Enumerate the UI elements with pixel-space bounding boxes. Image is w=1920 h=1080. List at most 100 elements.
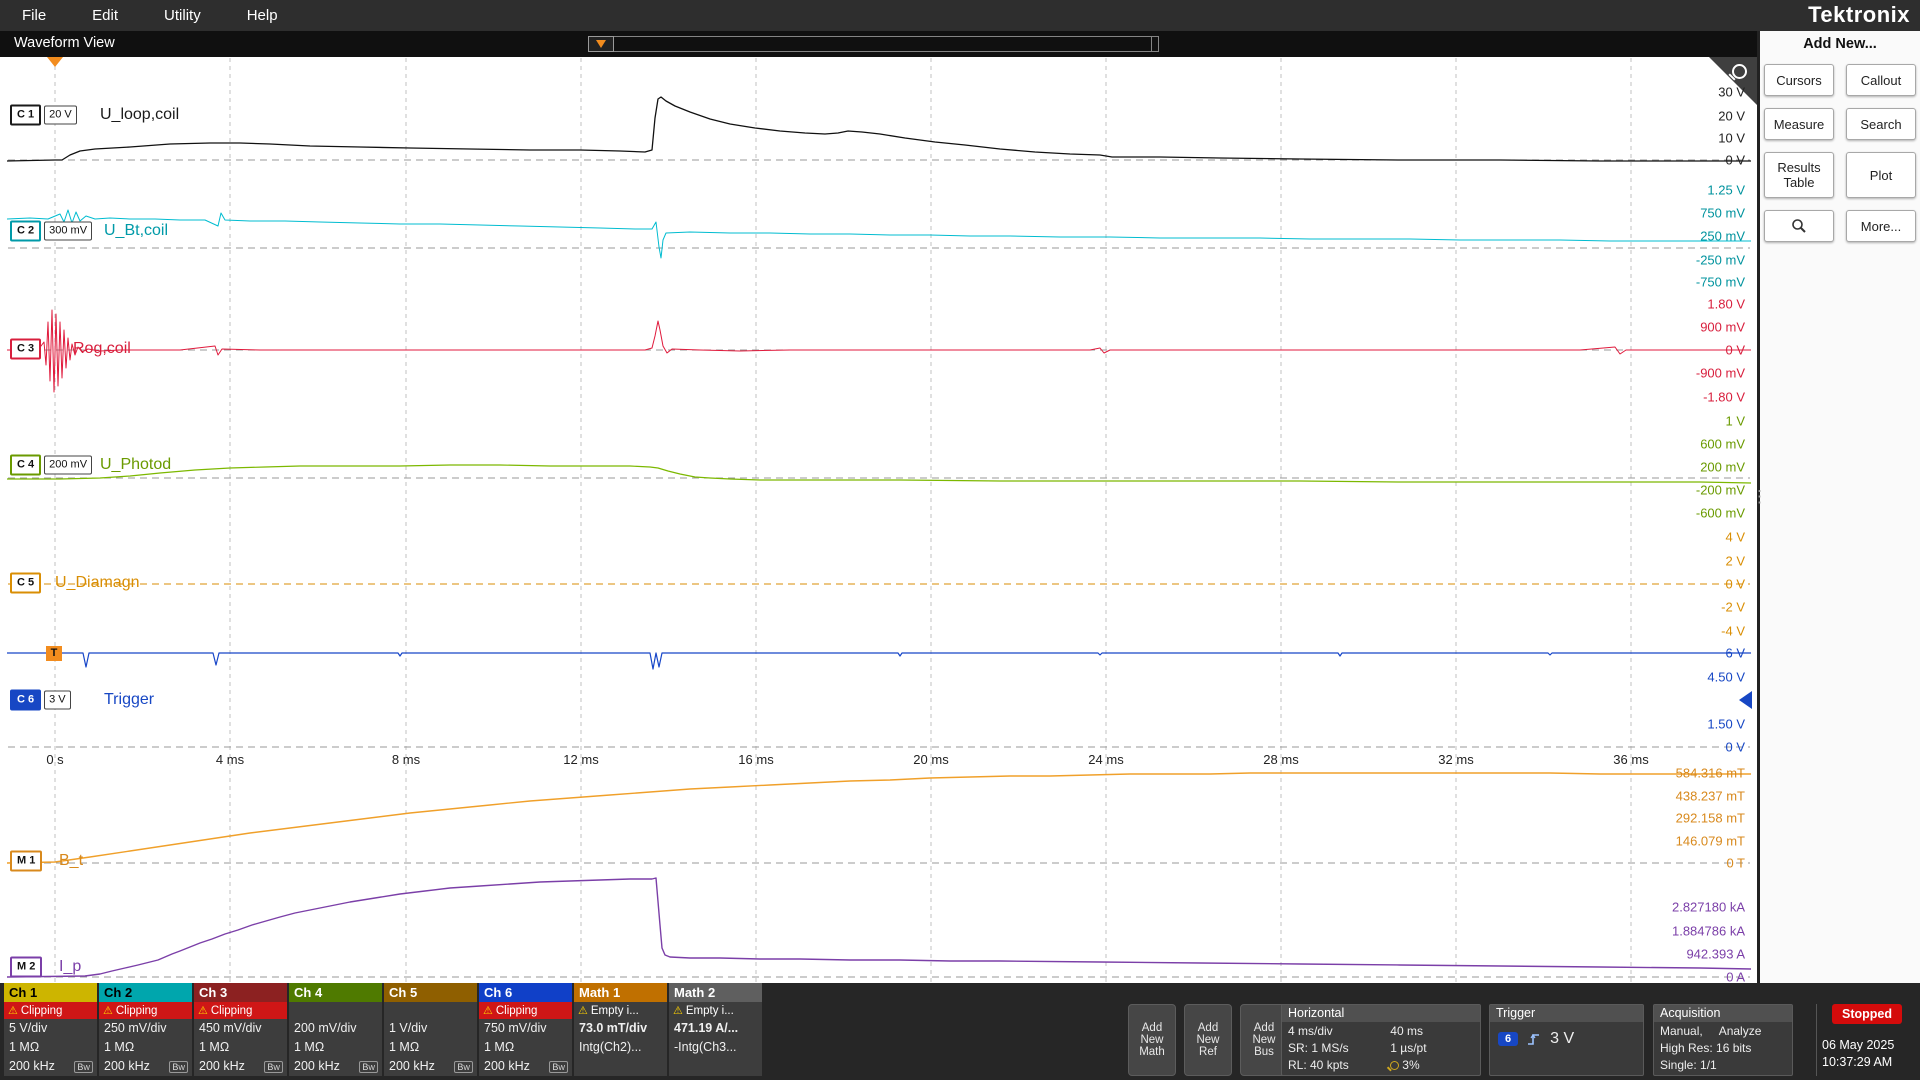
menu-edit[interactable]: Edit <box>92 7 118 24</box>
channel-setting: 450 mV/div <box>199 1021 262 1035</box>
add-new-math-button[interactable]: Add New Math <box>1128 1004 1176 1076</box>
channel-header[interactable]: Ch 6 <box>479 983 572 1002</box>
channel-settings-ch1[interactable]: Ch 1 ⚠ Clipping 5 V/div 1 MΩ 200 kHz BW <box>4 983 97 1076</box>
channel-scale: 3 V <box>44 690 71 710</box>
channel-header[interactable]: Ch 4 <box>289 983 382 1002</box>
channel-setting: 250 mV/div <box>104 1021 167 1035</box>
channel-setting: 1 MΩ <box>294 1040 325 1054</box>
channel-settings-math2[interactable]: Math 2 ⚠ Empty i... 471.19 A/... -Intg(Ch3..… <box>669 983 762 1076</box>
plot-button[interactable]: Plot <box>1846 152 1916 198</box>
run-stop-status[interactable]: Stopped <box>1832 1004 1902 1024</box>
channel-settings-math1[interactable]: Math 1 ⚠ Empty i... 73.0 mT/div Intg(Ch2)... <box>574 983 667 1076</box>
warning-text: Clipping <box>20 1004 63 1017</box>
scale-label: -200 mV <box>1695 482 1745 498</box>
trigger-source-badge[interactable]: 6 <box>1498 1032 1519 1046</box>
channel-header[interactable]: Ch 5 <box>384 983 477 1002</box>
channel-label: U_Diamagn <box>55 574 140 591</box>
trigger-title: Trigger <box>1490 1005 1643 1022</box>
menu-help[interactable]: Help <box>247 7 278 24</box>
channel-settings-ch4[interactable]: Ch 4 200 mV/div 1 MΩ 200 kHz BW <box>289 983 382 1076</box>
channel-header[interactable]: Ch 3 <box>194 983 287 1002</box>
horizontal-resolution: 1 µs/pt <box>1390 1041 1427 1055</box>
search-button[interactable]: Search <box>1846 108 1916 140</box>
channel-setting: 471.19 A/... <box>674 1021 739 1035</box>
scale-label: 20 V <box>1718 108 1745 124</box>
channel-header[interactable]: Ch 1 <box>4 983 97 1002</box>
channel-scale: 20 V <box>44 105 77 125</box>
horizontal-zoom-control[interactable] <box>588 36 1159 52</box>
channel-badge-c2[interactable]: C 2 300 mV <box>10 220 93 242</box>
scale-label: -900 mV <box>1695 365 1745 381</box>
scale-label: 0 V <box>1725 576 1745 592</box>
channel-id[interactable]: C 1 <box>10 104 42 126</box>
ch6-level-arrow[interactable] <box>1739 691 1752 709</box>
channel-badge-m1[interactable]: M 1 <box>10 850 43 872</box>
acquisition-resolution: High Res: 16 bits <box>1660 1041 1752 1055</box>
channel-badge-c1[interactable]: C 1 20 V <box>10 104 77 126</box>
channel-settings-ch6[interactable]: Ch 6 ⚠ Clipping 750 mV/div 1 MΩ 200 kHz BW <box>479 983 572 1076</box>
channel-id[interactable]: C 4 <box>10 454 42 476</box>
scale-label: 0 V <box>1725 342 1745 358</box>
zoom-thumb[interactable] <box>588 36 614 52</box>
warning-text: Clipping <box>210 1004 253 1017</box>
waveform-plot[interactable]: T 30 V 20 V 10 V 0 V 1.25 V 750 mV 250 mV -250 … <box>0 57 1757 985</box>
trigger-level-value: 3 V <box>1550 1030 1575 1047</box>
bandwidth-icon: BW <box>549 1061 568 1073</box>
channel-badge-c6[interactable]: C 63 V <box>10 689 71 711</box>
trace-trigger-trace <box>7 652 1751 670</box>
channel-id[interactable]: C 2 <box>10 220 42 242</box>
channel-badge-c4[interactable]: C 4 200 mV <box>10 454 93 476</box>
channel-label: B_t <box>59 852 84 869</box>
acquisition-title: Acquisition <box>1654 1005 1792 1022</box>
acquisition-single: Single: 1/1 <box>1660 1058 1717 1072</box>
channel-badge-c3[interactable]: C 3 <box>10 338 42 360</box>
warning-icon: ⚠ <box>483 1005 493 1017</box>
channel-id[interactable]: M 2 <box>10 956 43 978</box>
divider-grip[interactable]: ⋮ <box>1751 488 1768 505</box>
trace-rog-coil <box>7 309 1751 393</box>
scale-label: 30 V <box>1718 84 1745 100</box>
menu-utility[interactable]: Utility <box>164 7 201 24</box>
channel-setting: 1 MΩ <box>104 1040 135 1054</box>
trigger-position-marker[interactable] <box>47 57 63 67</box>
add-new-title: Add New... <box>1803 36 1877 52</box>
channel-id[interactable]: C 6 <box>10 689 42 711</box>
channel-header[interactable]: Math 1 <box>574 983 667 1002</box>
scale-label: 292.158 mT <box>1675 810 1745 826</box>
scale-label: 1.80 V <box>1707 296 1745 312</box>
channel-id[interactable]: C 5 <box>10 572 42 594</box>
zoom-button[interactable] <box>1764 210 1834 242</box>
menu-file[interactable]: File <box>22 7 46 24</box>
horizontal-record-length: RL: 40 kpts <box>1288 1058 1349 1072</box>
zoom-track[interactable] <box>614 36 1159 52</box>
scale-label: 900 mV <box>1700 319 1745 335</box>
warning-icon: ⚠ <box>578 1005 588 1017</box>
trigger-level-marker[interactable]: T <box>46 646 62 661</box>
channel-id[interactable]: M 1 <box>10 850 43 872</box>
channel-setting: 200 mV/div <box>294 1021 357 1035</box>
acquisition-panel[interactable]: Acquisition Manual, Analyze High Res: 16 … <box>1653 1004 1793 1076</box>
time-label: 12 ms <box>563 752 599 767</box>
add-new-group: Add New Math Add New Ref Add New Bus <box>1128 1004 1288 1076</box>
results-table-button[interactable]: Results Table <box>1764 152 1834 198</box>
channel-settings-ch3[interactable]: Ch 3 ⚠ Clipping 450 mV/div 1 MΩ 200 kHz BW <box>194 983 287 1076</box>
trigger-panel[interactable]: Trigger 6 3 V <box>1489 1004 1644 1076</box>
channel-label: Trigger <box>104 691 155 708</box>
callout-button[interactable]: Callout <box>1846 64 1916 96</box>
more-button[interactable]: More... <box>1846 210 1916 242</box>
channel-settings-ch2[interactable]: Ch 2 ⚠ Clipping 250 mV/div 1 MΩ 200 kHz BW <box>99 983 192 1076</box>
bandwidth-icon: BW <box>454 1061 473 1073</box>
channel-badge-m2[interactable]: M 2 <box>10 956 43 978</box>
acquisition-analyze: Analyze <box>1718 1024 1762 1038</box>
scale-label: 584.316 mT <box>1675 765 1745 781</box>
channel-badge-c5[interactable]: C 5 <box>10 572 42 594</box>
cursors-button[interactable]: Cursors <box>1764 64 1834 96</box>
horizontal-panel[interactable]: Horizontal 4 ms/div 40 ms SR: 1 MS/s 1 µ… <box>1281 1004 1481 1076</box>
channel-header[interactable]: Ch 2 <box>99 983 192 1002</box>
channel-id[interactable]: C 3 <box>10 338 42 360</box>
add-new-ref-button[interactable]: Add New Ref <box>1184 1004 1232 1076</box>
empty-warning: ⚠ Empty i... <box>574 1002 667 1019</box>
channel-settings-ch5[interactable]: Ch 5 1 V/div 1 MΩ 200 kHz BW <box>384 983 477 1076</box>
measure-button[interactable]: Measure <box>1764 108 1834 140</box>
channel-header[interactable]: Math 2 <box>669 983 762 1002</box>
